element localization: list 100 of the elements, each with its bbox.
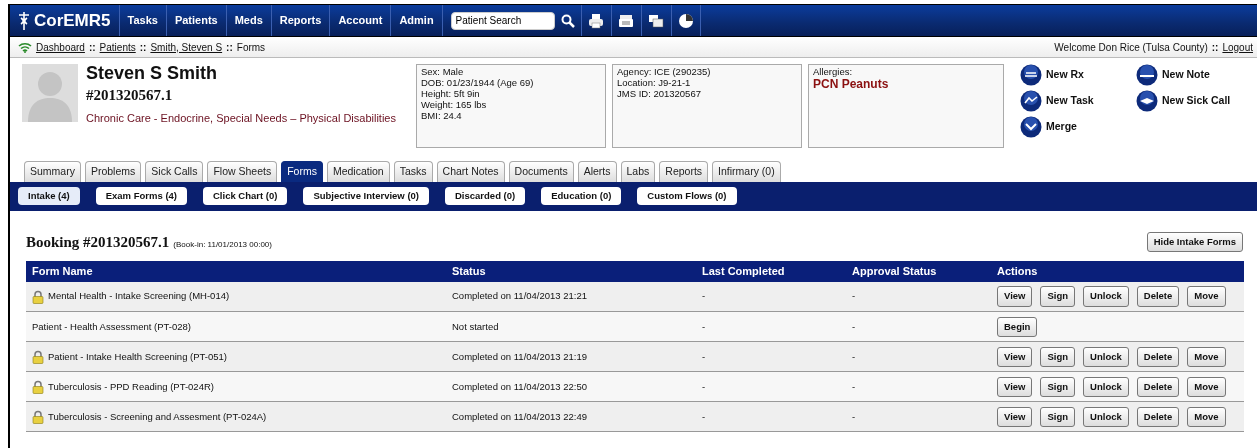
form-name: Patient - Intake Health Screening (PT-051) — [48, 349, 227, 364]
column-header: Form Name — [26, 261, 446, 282]
booking-date: (Book-in: 11/01/2013 00:00) — [173, 238, 272, 251]
tab[interactable]: Tasks — [393, 161, 433, 182]
action-button[interactable]: Unlock — [1083, 346, 1129, 367]
breadcrumb-link[interactable]: Smith, Steven S — [150, 39, 223, 55]
nav-menu-item[interactable]: Admin — [390, 5, 442, 36]
tab[interactable]: Summary — [24, 161, 81, 182]
quick-action-link[interactable]: New Sick Call — [1136, 90, 1256, 112]
nav-menu-item[interactable]: Patients — [165, 5, 226, 36]
action-button[interactable]: Delete — [1136, 376, 1180, 397]
action-button[interactable]: Sign — [1040, 406, 1076, 427]
approval-text: - — [852, 380, 856, 392]
quick-action-link[interactable]: Merge — [1020, 116, 1136, 138]
sub-tab[interactable]: Discarded (0) — [445, 187, 526, 206]
pie-chart-icon[interactable] — [677, 12, 694, 29]
search-icon[interactable] — [560, 13, 575, 28]
sub-tab[interactable]: Exam Forms (4) — [95, 187, 187, 206]
tab[interactable]: Sick Calls — [145, 161, 204, 182]
last-completed-text: - — [702, 380, 706, 392]
action-button[interactable]: View — [997, 376, 1033, 397]
quick-action-link[interactable]: New Note — [1136, 64, 1256, 86]
padlock-icon — [32, 379, 44, 394]
nav-menu-item[interactable]: Meds — [225, 5, 271, 36]
action-button[interactable]: Sign — [1040, 286, 1076, 307]
last-completed-text: - — [702, 290, 706, 302]
allergies-value: PCN Peanuts — [813, 77, 890, 92]
info-line: Agency: ICE (290235) — [617, 67, 712, 78]
approval-text: - — [852, 350, 856, 362]
tab[interactable]: Medication — [326, 161, 390, 182]
tab[interactable]: Reports — [659, 161, 709, 182]
round-action-icon — [1020, 116, 1042, 138]
action-button[interactable]: Move — [1187, 376, 1226, 397]
approval-text: - — [852, 320, 856, 332]
sub-tab[interactable]: Click Chart (0) — [203, 187, 288, 206]
breadcrumb-separator: :: — [88, 40, 96, 55]
avatar-silhouette — [22, 64, 78, 122]
approval-text: - — [852, 290, 856, 302]
status-text: Completed on 11/04/2013 22:50 — [452, 380, 588, 392]
action-button[interactable]: Unlock — [1083, 286, 1129, 307]
padlock-icon — [32, 409, 44, 424]
sub-tab[interactable]: Custom Flows (0) — [637, 187, 737, 206]
info-line: Sex: Male — [421, 67, 465, 78]
patient-conditions: Chronic Care - Endocrine, Special Needs – Physical Disabilities — [86, 111, 397, 127]
action-button[interactable]: Sign — [1040, 346, 1076, 367]
breadcrumb-link[interactable]: Dashboard — [36, 39, 85, 55]
separator-text: :: — [1211, 40, 1219, 55]
logout-link[interactable]: Logout — [1222, 39, 1253, 55]
quick-action-link[interactable]: New Task — [1020, 90, 1136, 112]
sub-tab[interactable]: Education (0) — [541, 187, 622, 206]
status-text: Completed on 11/04/2013 21:19 — [452, 350, 588, 362]
tab[interactable]: Problems — [84, 161, 142, 182]
tab[interactable]: Forms — [281, 161, 323, 182]
action-button[interactable]: Delete — [1136, 286, 1180, 307]
breadcrumb-link[interactable]: Patients — [99, 39, 136, 55]
tab[interactable]: Documents — [508, 161, 574, 182]
info-line: BMI: 24.4 — [421, 110, 463, 122]
info-line: DOB: 01/23/1944 (Age 69) — [421, 77, 535, 89]
status-text: Completed on 11/04/2013 21:21 — [452, 290, 588, 302]
document-icon[interactable] — [648, 12, 665, 29]
tab[interactable]: Chart Notes — [436, 161, 505, 182]
hide-forms-button[interactable]: Hide Intake Forms — [1146, 231, 1243, 253]
action-button[interactable]: View — [997, 406, 1033, 427]
action-button[interactable]: Move — [1187, 406, 1226, 427]
tab[interactable]: Flow Sheets — [207, 161, 278, 182]
tab[interactable]: Alerts — [577, 161, 617, 182]
allergies-label: Allergies: — [813, 67, 854, 78]
action-button[interactable]: Sign — [1040, 376, 1076, 397]
action-button[interactable]: Move — [1187, 346, 1226, 367]
form-name: Mental Health - Intake Screening (MH-014) — [48, 289, 230, 304]
action-button[interactable]: Unlock — [1083, 406, 1129, 427]
action-button[interactable]: View — [997, 286, 1033, 307]
printer-icon[interactable] — [588, 12, 605, 29]
form-name: Tuberculosis - PPD Reading (PT-024R) — [48, 379, 214, 394]
column-header: Approval Status — [846, 261, 991, 282]
sub-tab[interactable]: Intake (4) — [18, 187, 80, 206]
action-button[interactable]: Delete — [1136, 346, 1180, 367]
tab[interactable]: Labs — [620, 161, 656, 182]
booking-title: Booking #201320567.1 — [26, 232, 170, 252]
info-line: Height: 5ft 9in — [421, 88, 481, 100]
nav-menu-item[interactable]: Tasks — [118, 5, 166, 36]
nav-menu-item[interactable]: Reports — [270, 5, 330, 36]
quick-action-link[interactable]: New Rx — [1020, 64, 1136, 86]
action-button[interactable]: Unlock — [1083, 376, 1129, 397]
form-name: Patient - Health Assessment (PT-028) — [32, 319, 191, 334]
action-button[interactable]: Begin — [997, 316, 1038, 337]
column-header: Status — [446, 261, 696, 282]
fax-icon[interactable] — [618, 12, 635, 29]
welcome-text: Welcome Don Rice (Tulsa County) — [1054, 40, 1208, 55]
patient-number: #201320567.1 — [86, 85, 174, 105]
column-header: Last Completed — [696, 261, 846, 282]
action-button[interactable]: Move — [1187, 286, 1226, 307]
last-completed-text: - — [702, 350, 706, 362]
sub-tab[interactable]: Subjective Interview (0) — [303, 187, 429, 206]
action-button[interactable]: View — [997, 346, 1033, 367]
tab[interactable]: Infirmary (0) — [712, 161, 781, 182]
breadcrumb-separator: :: — [226, 40, 233, 55]
nav-menu-item[interactable]: Account — [329, 5, 391, 36]
search-field[interactable]: Patient Search — [450, 11, 555, 30]
action-button[interactable]: Delete — [1136, 406, 1180, 427]
